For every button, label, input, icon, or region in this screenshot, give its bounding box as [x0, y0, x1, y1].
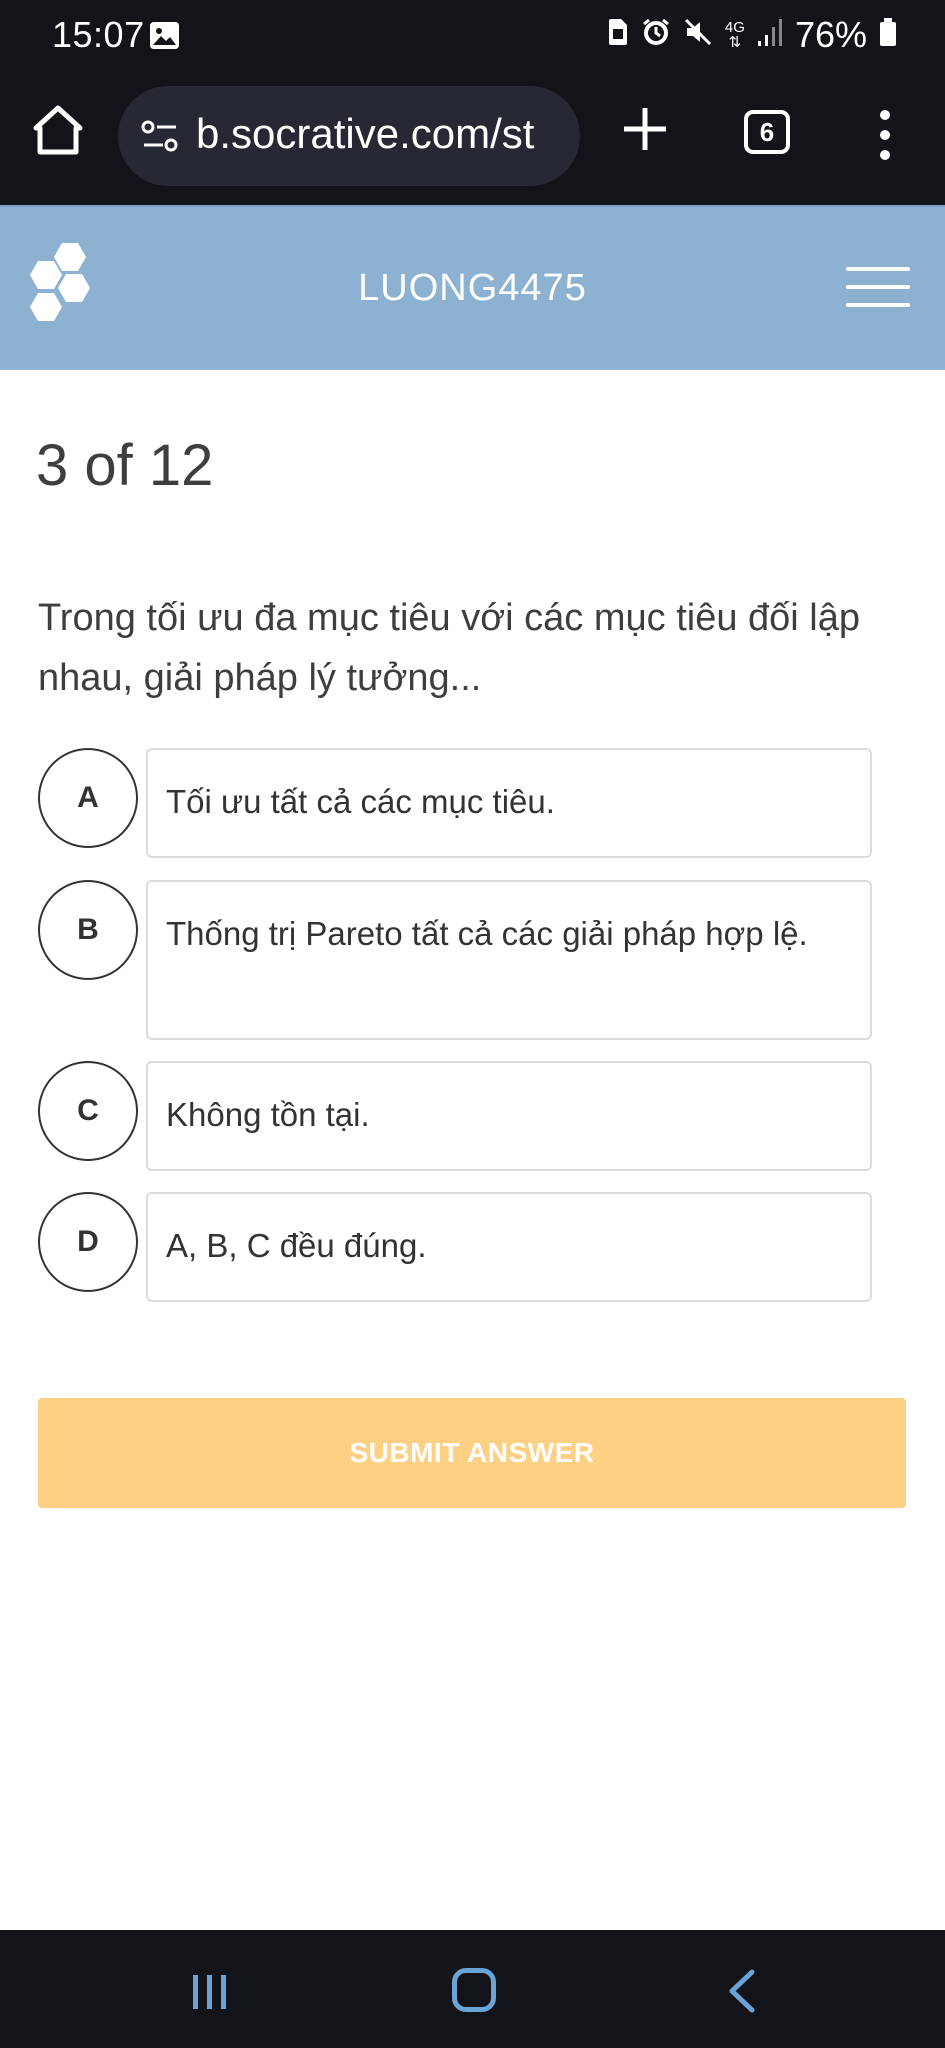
- address-bar[interactable]: b.socrative.com/st: [118, 86, 580, 186]
- app-header: LUONG4475: [0, 205, 945, 370]
- back-icon[interactable]: [722, 1968, 762, 2014]
- recent-apps-icon[interactable]: [190, 1972, 230, 2012]
- hamburger-line: [846, 303, 910, 307]
- url-text[interactable]: b.socrative.com/st: [196, 110, 534, 158]
- status-bar: 15:07 4G ⇅ 76%: [0, 0, 945, 72]
- hamburger-line: [846, 267, 910, 271]
- question-text: Trong tối ưu đa mục tiêu với các mục tiê…: [38, 597, 860, 699]
- gallery-notification-icon: [150, 22, 179, 49]
- status-time: 15:07: [52, 14, 145, 55]
- mute-icon: [683, 14, 713, 56]
- hamburger-menu-icon[interactable]: [846, 267, 910, 311]
- status-icons: 4G ⇅ 76%: [607, 14, 897, 56]
- system-navigation-bar: [0, 1930, 945, 2048]
- network-type-text: 4G: [724, 19, 745, 36]
- hamburger-line: [846, 285, 910, 289]
- more-options-icon[interactable]: [870, 108, 900, 162]
- nav-home-icon[interactable]: [452, 1968, 496, 2012]
- answer-letter[interactable]: B: [38, 880, 138, 980]
- site-settings-icon[interactable]: [140, 116, 180, 156]
- room-name: LUONG4475: [358, 267, 587, 309]
- browser-toolbar: b.socrative.com/st 6: [0, 72, 945, 205]
- answer-letter[interactable]: D: [38, 1192, 138, 1292]
- answer-letter[interactable]: C: [38, 1061, 138, 1161]
- answer-text[interactable]: A, B, C đều đúng.: [146, 1192, 872, 1302]
- answer-text[interactable]: Không tồn tại.: [146, 1061, 872, 1171]
- new-tab-icon[interactable]: [620, 104, 670, 154]
- signal-icon: [757, 14, 783, 56]
- answer-text[interactable]: Thống trị Pareto tất cả các giải pháp hợ…: [146, 880, 872, 1040]
- answer-text[interactable]: Tối ưu tất cả các mục tiêu.: [146, 748, 872, 858]
- sim-icon: [607, 14, 629, 56]
- battery-icon: [879, 14, 897, 56]
- battery-percent: 76%: [794, 14, 867, 55]
- question-progress: 3 of 12: [36, 433, 214, 498]
- home-icon[interactable]: [30, 102, 86, 158]
- tab-switcher-button[interactable]: 6: [744, 110, 790, 154]
- alarm-icon: [641, 14, 671, 56]
- answer-letter[interactable]: A: [38, 748, 138, 848]
- network-type-label: 4G ⇅: [724, 19, 745, 51]
- submit-answer-button[interactable]: SUBMIT ANSWER: [38, 1398, 906, 1508]
